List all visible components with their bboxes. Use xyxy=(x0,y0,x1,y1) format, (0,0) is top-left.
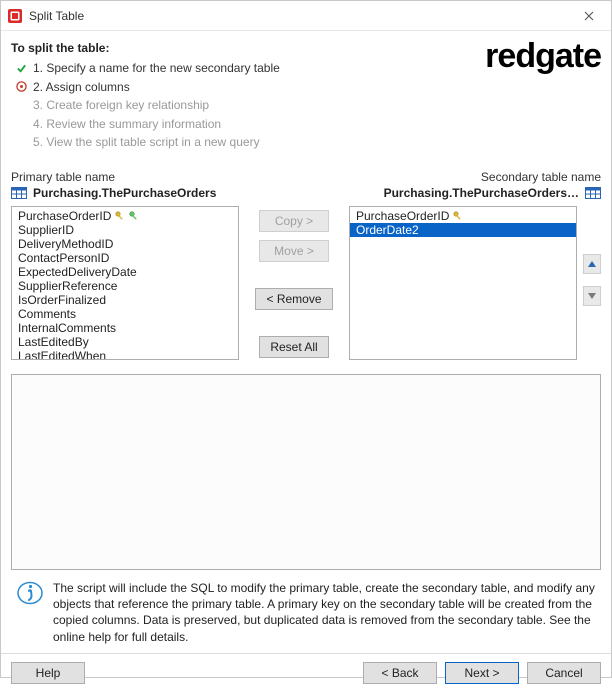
column-name: Comments xyxy=(18,307,76,321)
primary-table-name: Purchasing.ThePurchaseOrders xyxy=(33,186,216,200)
info-icon xyxy=(17,580,43,606)
step-label: 3. Create foreign key relationship xyxy=(33,96,209,115)
next-button[interactable]: Next > xyxy=(445,662,519,684)
column-name: OrderDate2 xyxy=(356,223,419,237)
chevron-up-icon xyxy=(587,260,597,268)
column-name: ExpectedDeliveryDate xyxy=(18,265,137,279)
list-item[interactable]: ContactPersonID xyxy=(12,251,238,265)
help-button[interactable]: Help xyxy=(11,662,85,684)
titlebar: Split Table xyxy=(1,1,611,31)
move-down-button[interactable] xyxy=(583,286,601,306)
primary-table-name-row: Purchasing.ThePurchaseOrders xyxy=(11,186,239,200)
step-item: 2. Assign columns xyxy=(15,78,601,97)
primary-columns-listbox[interactable]: PurchaseOrderID SupplierIDDeliveryMethod… xyxy=(11,206,239,360)
column-name: PurchaseOrderID xyxy=(356,209,449,223)
column-name: SupplierReference xyxy=(18,279,117,293)
column-name: LastEditedWhen xyxy=(18,349,106,360)
redgate-logo: redgate xyxy=(485,37,601,76)
secondary-table-name: Purchasing.ThePurchaseOrders… xyxy=(384,186,579,200)
step-label: 5. View the split table script in a new … xyxy=(33,133,260,152)
list-item[interactable]: SupplierReference xyxy=(12,279,238,293)
cancel-button[interactable]: Cancel xyxy=(527,662,601,684)
close-icon xyxy=(584,11,594,21)
list-item[interactable]: PurchaseOrderID xyxy=(12,209,238,223)
column-name: PurchaseOrderID xyxy=(18,209,111,223)
column-name: DeliveryMethodID xyxy=(18,237,113,251)
step-item: 4. Review the summary information xyxy=(15,115,601,134)
step-item: 3. Create foreign key relationship xyxy=(15,96,601,115)
move-button[interactable]: Move > xyxy=(259,240,329,262)
list-item[interactable]: Comments xyxy=(12,307,238,321)
step-item: 5. View the split table script in a new … xyxy=(15,133,601,152)
window-close-button[interactable] xyxy=(567,1,611,31)
app-icon xyxy=(7,8,23,24)
move-up-button[interactable] xyxy=(583,254,601,274)
list-item[interactable]: OrderDate2 xyxy=(350,223,576,237)
table-icon xyxy=(11,186,27,200)
blank-icon xyxy=(15,99,27,111)
column-name: SupplierID xyxy=(18,223,74,237)
step-label: 1. Specify a name for the new secondary … xyxy=(33,59,280,78)
step-label: 4. Review the summary information xyxy=(33,115,221,134)
list-item[interactable]: IsOrderFinalized xyxy=(12,293,238,307)
copy-button[interactable]: Copy > xyxy=(259,210,329,232)
footer: Help < Back Next > Cancel xyxy=(1,653,611,694)
list-item[interactable]: SupplierID xyxy=(12,223,238,237)
blank-icon xyxy=(15,137,27,149)
secondary-columns-listbox[interactable]: PurchaseOrderID OrderDate2 xyxy=(349,206,577,360)
table-icon xyxy=(585,186,601,200)
secondary-table-name-row: Purchasing.ThePurchaseOrders… xyxy=(373,186,601,200)
chevron-down-icon xyxy=(587,292,597,300)
back-button[interactable]: < Back xyxy=(363,662,437,684)
remove-button[interactable]: < Remove xyxy=(255,288,332,310)
info-text: The script will include the SQL to modif… xyxy=(53,580,595,645)
list-item[interactable]: DeliveryMethodID xyxy=(12,237,238,251)
key-icon xyxy=(129,211,139,221)
column-name: ContactPersonID xyxy=(18,251,109,265)
blank-icon xyxy=(15,118,27,130)
preview-area xyxy=(11,374,601,570)
list-item[interactable]: InternalComments xyxy=(12,321,238,335)
list-item[interactable]: LastEditedWhen xyxy=(12,349,238,360)
secondary-table-label: Secondary table name xyxy=(373,170,601,184)
column-name: LastEditedBy xyxy=(18,335,89,349)
column-name: IsOrderFinalized xyxy=(18,293,106,307)
check-icon xyxy=(15,62,27,74)
column-name: InternalComments xyxy=(18,321,116,335)
key-icon xyxy=(453,211,463,221)
window-title: Split Table xyxy=(29,9,84,23)
key-icon xyxy=(115,211,125,221)
primary-table-label: Primary table name xyxy=(11,170,239,184)
reset-all-button[interactable]: Reset All xyxy=(259,336,329,358)
list-item[interactable]: ExpectedDeliveryDate xyxy=(12,265,238,279)
step-label: 2. Assign columns xyxy=(33,78,130,97)
current-step-icon xyxy=(15,81,27,93)
list-item[interactable]: PurchaseOrderID xyxy=(350,209,576,223)
list-item[interactable]: LastEditedBy xyxy=(12,335,238,349)
